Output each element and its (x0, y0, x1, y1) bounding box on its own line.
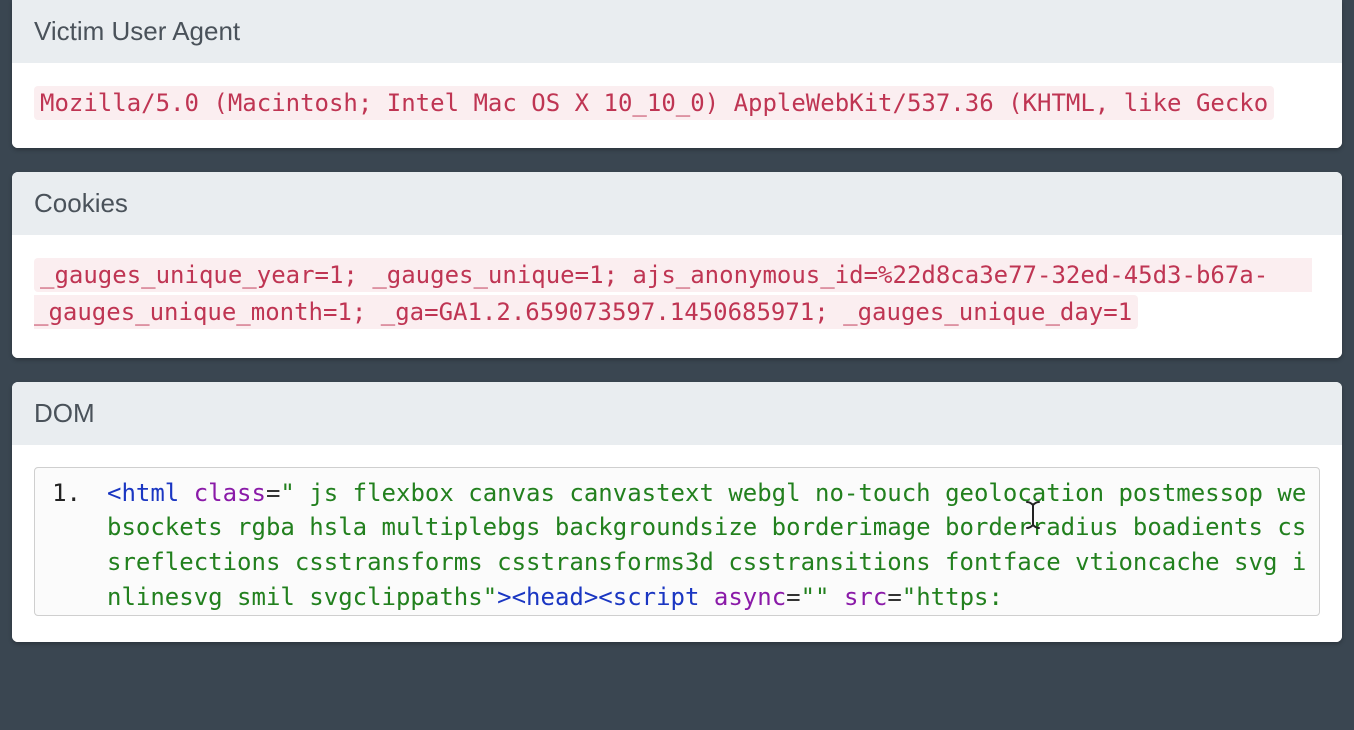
tok-attr-async: async (714, 583, 786, 611)
tok-tag-html: html (121, 479, 179, 507)
tok-tag-script: script (613, 583, 700, 611)
tok-attr-src: src (844, 583, 887, 611)
panel-body-user-agent: Mozilla/5.0 (Macintosh; Intel Mac OS X 1… (12, 63, 1342, 148)
panel-body-cookies: _gauges_unique_year=1; _gauges_unique=1;… (12, 235, 1342, 357)
panel-title: DOM (34, 398, 95, 428)
line-code[interactable]: <html class=" js flexbox canvas canvaste… (107, 476, 1307, 615)
panel-header-cookies: Cookies (12, 172, 1342, 235)
tok-lt2: < (512, 583, 526, 611)
tok-lt3: < (598, 583, 612, 611)
tok-eq3: = (887, 583, 901, 611)
tok-quote-open2: " (902, 583, 916, 611)
line-number: 1. (47, 476, 107, 511)
user-agent-value[interactable]: Mozilla/5.0 (Macintosh; Intel Mac OS X 1… (34, 86, 1274, 120)
tok-tag-head: head (526, 583, 584, 611)
tok-gt2: > (584, 583, 598, 611)
panel-dom: DOM 1. <html class=" js flexbox canvas c… (12, 382, 1342, 642)
tok-str-empty: "" (801, 583, 830, 611)
cookies-value[interactable]: _gauges_unique_year=1; _gauges_unique=1;… (34, 258, 1312, 329)
tok-attr-class: class (194, 479, 266, 507)
tok-lt: < (107, 479, 121, 507)
panel-victim-user-agent: Victim User Agent Mozilla/5.0 (Macintosh… (12, 0, 1342, 148)
tok-src-value: https: (916, 583, 1003, 611)
tok-gt: > (497, 583, 511, 611)
tok-eq: = (266, 479, 280, 507)
tok-quote-open: " (280, 479, 294, 507)
panel-header-dom: DOM (12, 382, 1342, 445)
tok-quote-close: " (483, 583, 497, 611)
dom-line: 1. <html class=" js flexbox canvas canva… (47, 476, 1307, 615)
panel-title: Cookies (34, 188, 128, 218)
panel-cookies: Cookies _gauges_unique_year=1; _gauges_u… (12, 172, 1342, 357)
panel-body-dom: 1. <html class=" js flexbox canvas canva… (12, 445, 1342, 642)
tok-eq2: = (786, 583, 800, 611)
panel-title: Victim User Agent (34, 16, 240, 46)
panel-header-user-agent: Victim User Agent (12, 0, 1342, 63)
dom-code-box[interactable]: 1. <html class=" js flexbox canvas canva… (34, 467, 1320, 616)
